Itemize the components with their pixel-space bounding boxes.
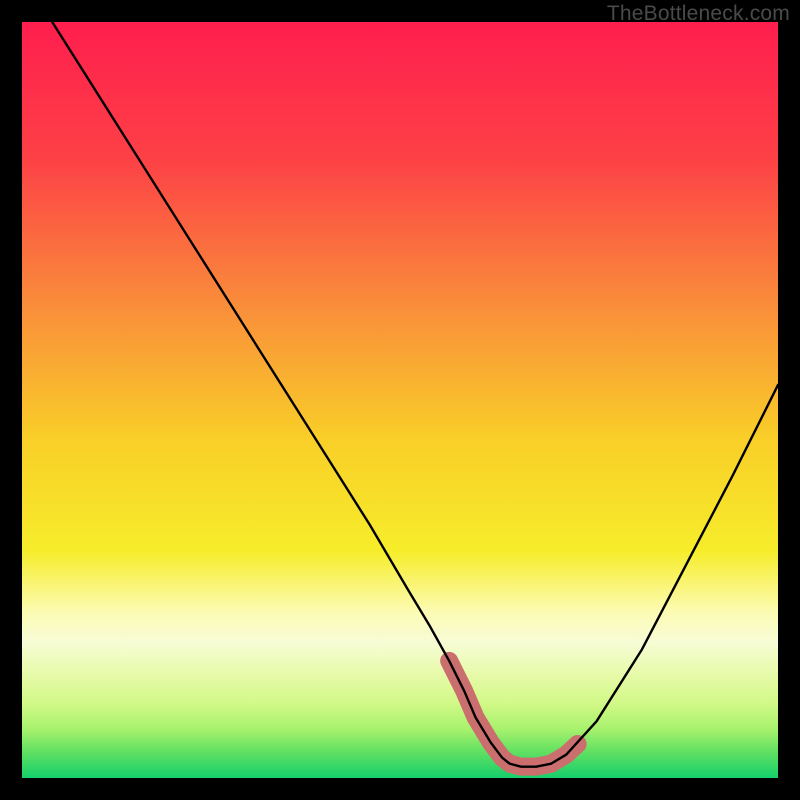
chart-frame: TheBottleneck.com bbox=[0, 0, 800, 800]
watermark-text: TheBottleneck.com bbox=[607, 2, 790, 26]
plot-area bbox=[22, 22, 778, 778]
gradient-background bbox=[22, 22, 778, 778]
chart-svg bbox=[22, 22, 778, 778]
